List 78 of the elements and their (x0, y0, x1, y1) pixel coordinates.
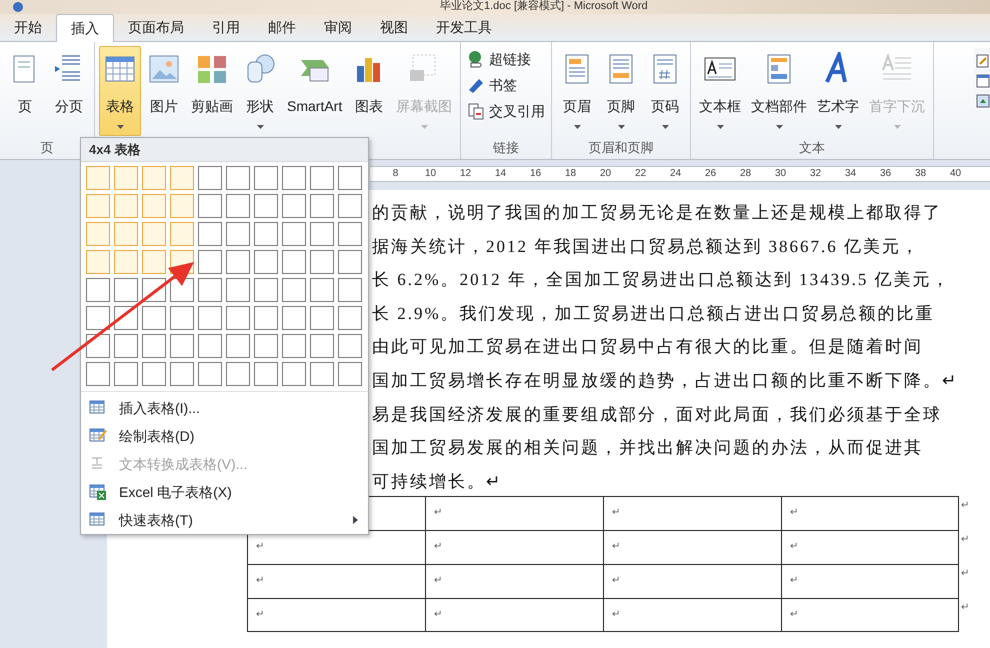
ruler-number: 22 (634, 167, 648, 181)
ruler-number: 26 (704, 167, 718, 181)
paragraph-line: 长 6.2%。2012 年，全国加工贸易进出口总额达到 13439.5 亿美元， (372, 269, 951, 292)
ribbon-button[interactable]: 艺术字 (813, 46, 864, 136)
table-cell: ↵ (603, 598, 781, 632)
ruler-number: 38 (914, 167, 928, 181)
ribbon-button[interactable]: 文本框 (695, 46, 746, 136)
ribbon-tab[interactable]: 开始 (0, 13, 56, 41)
paragraph-line: 的贡献，说明了我国的加工贸易无论是在数量上还是规模上都取得了 (372, 202, 942, 224)
table-cell: ↵ (781, 496, 959, 530)
ribbon-button[interactable]: 页码 (644, 46, 686, 136)
table-cell: ↵ (425, 530, 603, 564)
group-label: 页眉和页脚 (588, 139, 654, 156)
paragraph-line: 据海关统计，2012 年我国进出口贸易总额达到 38667.6 亿美元， (372, 236, 920, 258)
ribbon-button[interactable]: 书签 (465, 74, 548, 96)
ruler-number: 18 (564, 167, 578, 181)
row-end-mark: ↵ (961, 602, 969, 614)
table-cell: ↵ (425, 564, 603, 598)
ribbon-button[interactable]: SmartArt (283, 46, 346, 136)
table-cell: ↵ (603, 564, 781, 598)
table-cell: ↵ (247, 564, 425, 598)
ribbon-button[interactable]: 图片 (143, 46, 185, 136)
ribbon-tab[interactable]: 视图 (366, 13, 422, 41)
ruler-number: 10 (424, 167, 438, 181)
ribbon-tab[interactable]: 页面布局 (114, 13, 198, 41)
ribbon-button[interactable]: 页脚 (600, 46, 642, 136)
group-label: 链接 (493, 139, 520, 156)
table-cell: ↵ (247, 598, 425, 632)
ruler-number: 30 (774, 167, 788, 181)
ribbon-tab[interactable]: 邮件 (254, 13, 310, 41)
paragraph-line: 长 2.9%。我们发现，加工贸易进出口总额占进出口贸易总额的比重 (372, 302, 935, 325)
table-cell: ↵ (603, 530, 781, 564)
ribbon-button[interactable]: 图表 (348, 46, 390, 136)
paragraph-line: 易是我国经济发展的重要组成部分，面对此局面，我们必须基于全球 (372, 404, 942, 426)
table-cell: ↵ (425, 598, 603, 632)
ribbon-button[interactable]: 表格 (99, 46, 141, 136)
ribbon-button[interactable]: 交叉引用 (465, 100, 548, 122)
row-end-mark: ↵ (961, 534, 969, 546)
table-cell: ↵ (603, 496, 781, 530)
menu-item[interactable]: 插入表格(I)... (81, 394, 368, 422)
group-label: 文本 (799, 139, 826, 156)
window-title: 毕业论文1.doc [兼容模式] - Microsoft Word (440, 0, 648, 13)
table-cell: ↵ (781, 598, 959, 632)
ribbon-tab[interactable]: 引用 (198, 13, 254, 41)
table-cell: ↵ (781, 530, 959, 564)
ruler-number: 34 (844, 167, 858, 181)
group-label: 页 (40, 139, 54, 156)
ruler-number: 32 (808, 167, 822, 181)
paragraph-line: 由此可见加工贸易在进出口贸易中占有很大的比重。但是随着时间 (372, 336, 923, 358)
ruler-number: 12 (458, 167, 472, 181)
ruler-number: 16 (528, 167, 542, 181)
ruler-number: 20 (598, 167, 612, 181)
paragraph-line: 国加工贸易发展的相关问题，并找出解决问题的办法，从而促进其 (372, 437, 923, 460)
ruler-number: 24 (668, 167, 682, 181)
table-cell: ↵ (425, 496, 603, 530)
row-end-mark: ↵ (961, 500, 969, 512)
ribbon-tab[interactable]: 审阅 (310, 13, 366, 41)
ruler-number: 14 (494, 167, 508, 181)
paragraph-line: 国加工贸易增长存在明显放缓的趋势，占进出口额的比重不断下降。↵ (372, 370, 958, 392)
menu-title: 4x4 表格 (89, 140, 140, 159)
ruler-number: 8 (392, 167, 400, 181)
table-cell: ↵ (781, 564, 959, 598)
ruler-number: 40 (948, 167, 962, 181)
ribbon-button[interactable]: 页眉 (556, 46, 598, 136)
menu-item[interactable]: 绘制表格(D) (81, 422, 368, 450)
row-end-mark: ↵ (961, 568, 969, 580)
ribbon-button[interactable]: 超链接 (465, 48, 548, 70)
menu-item[interactable]: Excel 电子表格(X) (81, 478, 368, 506)
ribbon-tab[interactable]: 插入 (56, 14, 114, 42)
ruler-number: 28 (738, 167, 752, 181)
ruler-number: 36 (878, 167, 892, 181)
ribbon-button[interactable]: 分页 (48, 46, 90, 136)
paragraph-line: 可持续增长。↵ (372, 470, 502, 493)
ribbon-button[interactable]: 剪贴画 (187, 46, 237, 136)
ribbon-button[interactable]: 形状 (239, 46, 281, 136)
ribbon-tab[interactable]: 开发工具 (422, 13, 506, 41)
ribbon-button[interactable]: 页 (4, 46, 46, 136)
ribbon-button[interactable]: 文档部件 (747, 46, 812, 136)
